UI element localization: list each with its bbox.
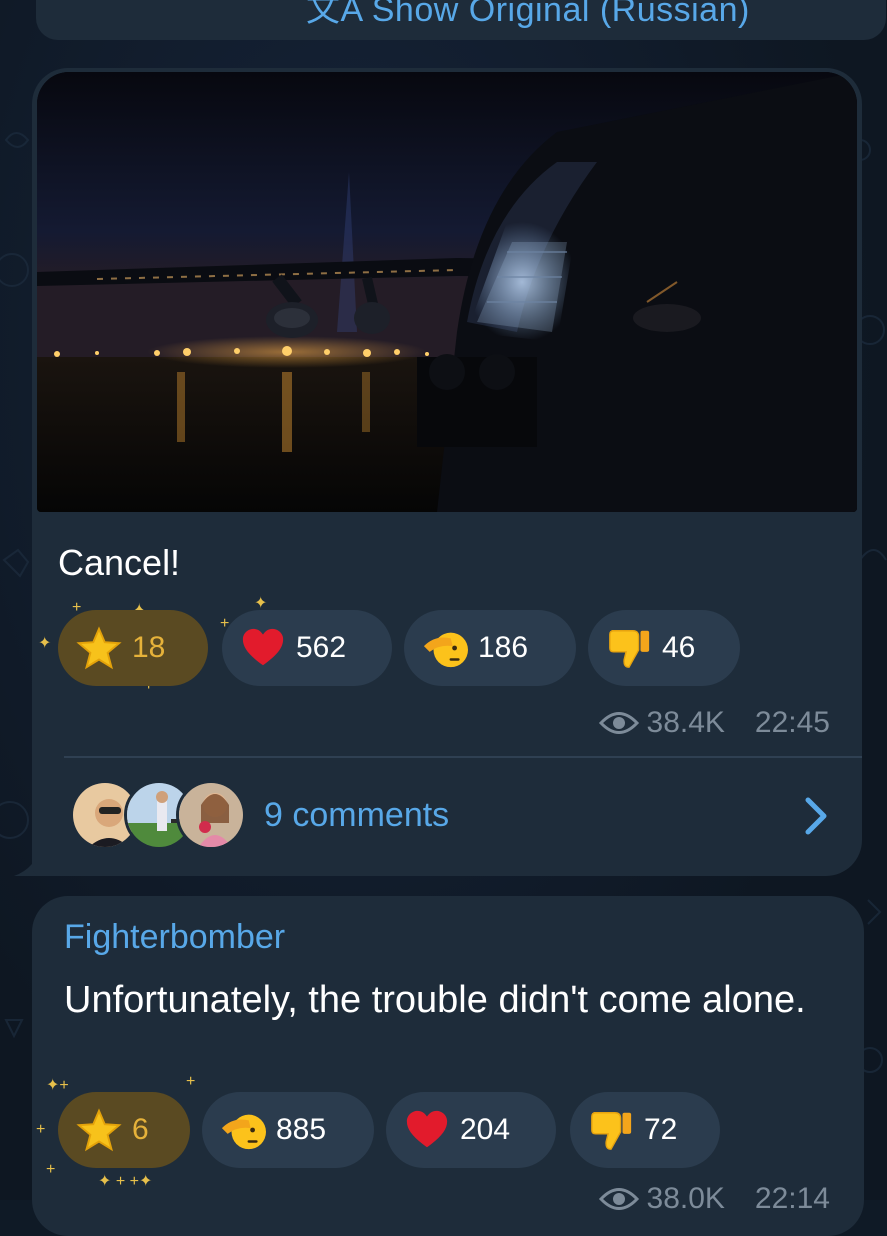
reaction-heart[interactable]: 562 bbox=[222, 610, 392, 686]
channel-post: Cancel! ✦ + ✦ + ✦ ✦ + + 18 562 bbox=[32, 68, 862, 876]
reaction-count: 18 bbox=[132, 631, 166, 664]
chevron-right-icon bbox=[805, 797, 827, 835]
avatar bbox=[176, 780, 246, 850]
view-count: 38.0K bbox=[646, 1182, 725, 1215]
reaction-count: 46 bbox=[662, 631, 696, 664]
comments-button[interactable]: 9 comments bbox=[70, 780, 830, 852]
reaction-count: 186 bbox=[478, 631, 529, 664]
sparkle-icon: + bbox=[46, 1161, 56, 1178]
sparkle-icon: ✦ + +✦ bbox=[98, 1173, 153, 1190]
author-name[interactable]: Fighterbomber bbox=[64, 918, 285, 957]
reaction-count: 204 bbox=[460, 1113, 511, 1146]
sparkle-icon: + bbox=[36, 1121, 46, 1138]
reaction-salute[interactable]: 885 bbox=[202, 1092, 374, 1168]
reactions-bar: ✦ + ✦ + ✦ ✦ + + 18 562 186 bbox=[38, 596, 838, 694]
reaction-heart[interactable]: 204 bbox=[386, 1092, 556, 1168]
reaction-star[interactable]: 6 bbox=[58, 1092, 190, 1168]
post-text: Unfortunately, the trouble didn't come a… bbox=[64, 979, 806, 1021]
reaction-count: 6 bbox=[132, 1113, 149, 1146]
reaction-thumbs-down[interactable]: 46 bbox=[588, 610, 740, 686]
saluting-face-icon bbox=[221, 1114, 266, 1150]
post-time: 22:45 bbox=[754, 706, 830, 739]
reaction-count: 72 bbox=[644, 1113, 678, 1146]
show-original-link[interactable]: 文A Show Original (Russian) bbox=[306, 0, 750, 31]
eye-icon bbox=[598, 712, 639, 734]
heart-icon bbox=[406, 1110, 448, 1148]
reaction-salute[interactable]: 186 bbox=[404, 610, 576, 686]
reactions-bar: ✦+ + + + ✦ + +✦ 6 885 204 72 bbox=[36, 1074, 838, 1190]
post-photo[interactable] bbox=[37, 72, 857, 512]
sparkle-icon: + bbox=[186, 1073, 196, 1090]
thumbs-down-icon bbox=[609, 630, 650, 668]
comments-count: 9 comments bbox=[264, 796, 450, 834]
post-meta: 38.4K 22:45 bbox=[598, 706, 830, 740]
divider bbox=[64, 756, 862, 758]
reaction-count: 562 bbox=[296, 631, 347, 664]
star-icon bbox=[76, 626, 122, 670]
reaction-count: 885 bbox=[276, 1113, 327, 1146]
post-meta: 38.0K 22:14 bbox=[598, 1182, 830, 1216]
post-time: 22:14 bbox=[754, 1182, 830, 1215]
post-caption: Cancel! bbox=[58, 542, 181, 583]
eye-icon bbox=[598, 1188, 639, 1210]
view-count: 38.4K bbox=[646, 706, 725, 739]
reaction-thumbs-down[interactable]: 72 bbox=[570, 1092, 720, 1168]
sparkle-icon: ✦+ bbox=[46, 1077, 69, 1094]
sparkle-icon: ✦ bbox=[38, 635, 52, 652]
previous-message-bubble: 文A Show Original (Russian) bbox=[36, 0, 886, 40]
thumbs-down-icon bbox=[591, 1112, 632, 1150]
channel-post: Fighterbomber Unfortunately, the trouble… bbox=[32, 896, 864, 1236]
saluting-face-icon bbox=[423, 632, 468, 668]
star-icon bbox=[76, 1108, 122, 1152]
reaction-star[interactable]: 18 bbox=[58, 610, 208, 686]
heart-icon bbox=[242, 628, 284, 666]
